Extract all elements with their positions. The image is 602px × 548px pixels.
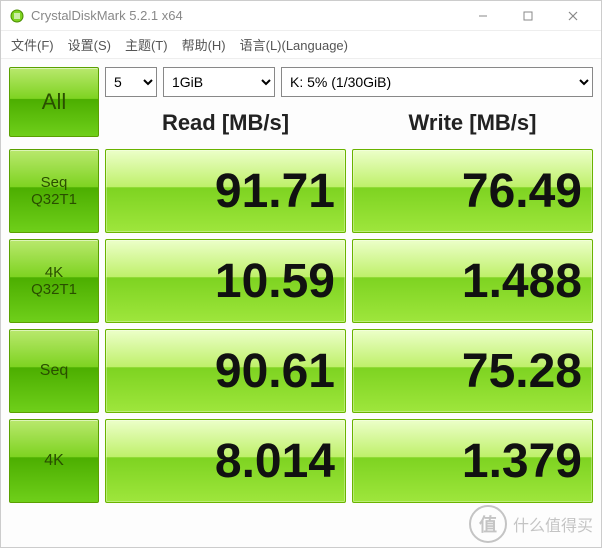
menu-settings[interactable]: 设置(S): [68, 35, 111, 54]
drive-select[interactable]: K: 5% (1/30GiB): [281, 67, 593, 97]
read-header: Read [MB/s]: [105, 103, 346, 143]
menubar: 文件(F) 设置(S) 主题(T) 帮助(H) 语言(L)(Language): [1, 31, 601, 59]
button-label: Q32T1: [31, 281, 77, 298]
test-count-select[interactable]: 5: [105, 67, 157, 97]
menu-theme[interactable]: 主题(T): [125, 35, 168, 54]
row-4k: 4K 8.014 1.379: [9, 419, 593, 503]
4k-write-value: 1.379: [352, 419, 593, 503]
test-size-select[interactable]: 1GiB: [163, 67, 275, 97]
titlebar: CrystalDiskMark 5.2.1 x64: [1, 1, 601, 31]
row-seq-q32t1: Seq Q32T1 91.71 76.49: [9, 149, 593, 233]
row-seq: Seq 90.61 75.28: [9, 329, 593, 413]
button-label: Seq: [41, 174, 68, 191]
menu-language[interactable]: 语言(L)(Language): [240, 35, 348, 54]
menu-file[interactable]: 文件(F): [11, 35, 54, 54]
header-row: All Read [MB/s] Write [MB/s]: [9, 103, 593, 143]
watermark: 值 什么值得买: [469, 505, 593, 543]
4k-button[interactable]: 4K: [9, 419, 99, 503]
seq-button[interactable]: Seq: [9, 329, 99, 413]
row-4k-q32t1: 4K Q32T1 10.59 1.488: [9, 239, 593, 323]
window-controls: [460, 1, 595, 30]
seq-q32t1-button[interactable]: Seq Q32T1: [9, 149, 99, 233]
4k-q32t1-button[interactable]: 4K Q32T1: [9, 239, 99, 323]
seq-q32t1-write-value: 76.49: [352, 149, 593, 233]
watermark-text: 什么值得买: [513, 512, 593, 536]
button-label: 4K: [45, 264, 63, 281]
minimize-button[interactable]: [460, 1, 505, 30]
4k-q32t1-write-value: 1.488: [352, 239, 593, 323]
4k-read-value: 8.014: [105, 419, 346, 503]
window-title: CrystalDiskMark 5.2.1 x64: [31, 8, 460, 23]
seq-read-value: 90.61: [105, 329, 346, 413]
4k-q32t1-read-value: 10.59: [105, 239, 346, 323]
seq-write-value: 75.28: [352, 329, 593, 413]
button-label: Q32T1: [31, 191, 77, 208]
content-area: 5 1GiB K: 5% (1/30GiB) All Read [MB/s] W…: [1, 59, 601, 547]
menu-help[interactable]: 帮助(H): [182, 35, 226, 54]
watermark-badge-icon: 值: [469, 505, 507, 543]
app-icon: [9, 8, 25, 24]
maximize-button[interactable]: [505, 1, 550, 30]
write-header: Write [MB/s]: [352, 103, 593, 143]
seq-q32t1-read-value: 91.71: [105, 149, 346, 233]
app-window: CrystalDiskMark 5.2.1 x64 文件(F) 设置(S) 主题…: [0, 0, 602, 548]
all-button[interactable]: All: [9, 67, 99, 137]
close-button[interactable]: [550, 1, 595, 30]
